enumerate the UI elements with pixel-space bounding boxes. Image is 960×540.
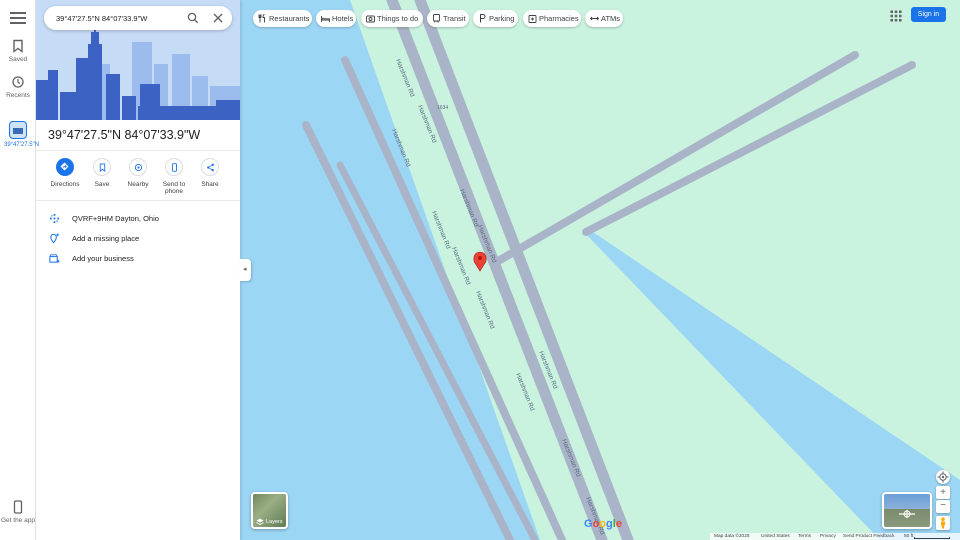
zoom-in-button[interactable]: + xyxy=(936,486,950,499)
chip-label: Things to do xyxy=(377,14,419,23)
chip-label: Parking xyxy=(489,14,515,23)
history-icon xyxy=(12,76,24,88)
minus-icon: − xyxy=(940,500,946,511)
send-to-phone-label: Send to phone xyxy=(162,181,186,195)
chip-label: Pharmacies xyxy=(539,14,579,23)
add-location-icon xyxy=(50,233,60,244)
nearby-label: Nearby xyxy=(127,181,149,188)
zoom-out-button[interactable]: − xyxy=(936,500,950,513)
divider xyxy=(36,200,240,201)
street-view-thumbnail[interactable] xyxy=(882,492,932,529)
map-data-attribution: Map data ©2025 xyxy=(714,534,750,539)
saved-label: Saved xyxy=(8,56,28,63)
layers-button[interactable]: Layers xyxy=(251,492,288,529)
privacy-link[interactable]: Privacy xyxy=(820,534,836,539)
chevron-left-icon: ◂ xyxy=(243,266,247,273)
street-view-icon xyxy=(899,510,915,518)
saved-button[interactable]: Saved xyxy=(0,39,36,63)
sign-in-button[interactable]: Sign in xyxy=(911,7,946,22)
share-icon xyxy=(207,163,214,172)
chip-atms[interactable]: ATMs xyxy=(585,10,623,27)
layers-label: Layers xyxy=(266,519,283,525)
menu-icon[interactable] xyxy=(10,11,26,25)
close-icon[interactable] xyxy=(212,12,224,24)
share-label: Share xyxy=(201,181,219,188)
place-title: 39°47'27.5"N 84°07'33.9"W xyxy=(48,128,201,142)
terms-link[interactable]: Terms xyxy=(798,534,811,539)
pegman-icon xyxy=(941,517,945,529)
apps-grid-icon[interactable] xyxy=(890,10,902,22)
recent-location-item[interactable]: 39°47'27.5"N xyxy=(4,121,39,149)
save-button[interactable]: Save xyxy=(82,158,122,188)
bookmark-icon xyxy=(99,163,106,172)
chip-restaurants[interactable]: Restaurants xyxy=(253,10,312,27)
collapse-panel-button[interactable]: ◂ xyxy=(240,259,251,281)
place-panel: 39°47'27.5"N 84°07'33.9"W Directions Sav… xyxy=(36,0,240,540)
recents-button[interactable]: Recents xyxy=(0,75,36,99)
recent-location-label: 39°47'27.5"N xyxy=(4,142,40,148)
plus-code-row[interactable]: QVRF+9HM Dayton, Ohio xyxy=(36,209,240,229)
send-feedback-link[interactable]: Send Product Feedback xyxy=(843,534,894,539)
share-button[interactable]: Share xyxy=(190,158,230,188)
directions-icon xyxy=(60,162,69,171)
add-missing-place-row[interactable]: Add a missing place xyxy=(36,229,240,249)
chip-label: Transit xyxy=(443,14,466,23)
route-number: 1634 xyxy=(437,105,448,111)
chip-parking[interactable]: Parking xyxy=(473,10,518,27)
plus-code-icon xyxy=(49,213,60,224)
divider xyxy=(36,150,240,151)
parking-icon xyxy=(480,14,486,23)
directions-label: Directions xyxy=(50,181,80,188)
search-box xyxy=(44,6,232,30)
phone-icon xyxy=(13,500,23,514)
hotel-icon xyxy=(321,16,330,22)
search-input[interactable] xyxy=(56,11,180,25)
get-app-button[interactable]: Get the app xyxy=(0,500,36,524)
search-icon[interactable] xyxy=(187,12,199,24)
my-location-icon xyxy=(937,471,949,483)
get-app-label: Get the app xyxy=(1,517,35,524)
chip-transit[interactable]: Transit xyxy=(427,10,469,27)
chip-pharmacies[interactable]: Pharmacies xyxy=(523,10,581,27)
add-missing-place-text: Add a missing place xyxy=(72,234,140,243)
directions-button[interactable]: Directions xyxy=(45,158,85,188)
chip-label: ATMs xyxy=(601,14,621,23)
bookmark-icon xyxy=(13,39,23,53)
map-footer: Map data ©2025 United States Terms Priva… xyxy=(710,533,960,540)
chip-label: Restaurants xyxy=(269,14,310,23)
plus-code-text: QVRF+9HM Dayton, Ohio xyxy=(72,214,159,223)
country-link[interactable]: United States xyxy=(761,534,790,539)
left-rail: Saved Recents 39°47'27.5"N Get the app xyxy=(0,0,39,540)
nearby-icon xyxy=(134,163,143,172)
send-to-phone-button[interactable]: Send to phone xyxy=(154,158,194,195)
location-thumbnail xyxy=(9,121,27,139)
phone-icon xyxy=(172,163,177,172)
scale-label[interactable]: 50 ft xyxy=(904,534,913,539)
layers-icon xyxy=(256,518,264,526)
add-business-text: Add your business xyxy=(72,254,134,263)
chip-things-to-do[interactable]: Things to do xyxy=(361,10,423,27)
atm-icon xyxy=(590,16,599,21)
restaurant-icon xyxy=(258,14,265,23)
recents-label: Recents xyxy=(6,92,30,99)
add-business-icon xyxy=(49,254,60,263)
google-logo: Google xyxy=(584,518,622,530)
save-label: Save xyxy=(94,181,110,188)
scale-bar xyxy=(914,537,950,539)
chip-hotels[interactable]: Hotels xyxy=(316,10,356,27)
plus-icon: + xyxy=(940,487,946,498)
pegman-button[interactable] xyxy=(936,516,950,530)
transit-icon xyxy=(433,14,440,23)
nearby-button[interactable]: Nearby xyxy=(118,158,158,188)
action-bar: Directions Save Nearby Send to phone Sha… xyxy=(36,158,240,198)
add-business-row[interactable]: Add your business xyxy=(36,249,240,269)
camera-icon xyxy=(366,15,375,23)
my-location-button[interactable] xyxy=(936,470,950,484)
chip-label: Hotels xyxy=(332,14,354,23)
pharmacy-icon xyxy=(528,15,537,23)
